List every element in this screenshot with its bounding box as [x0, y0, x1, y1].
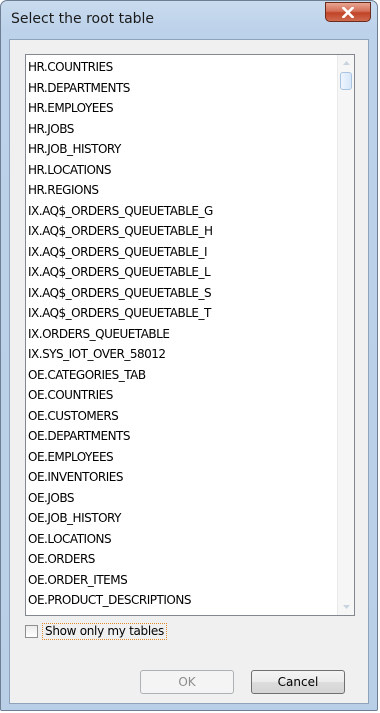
table-list-item[interactable]: OE.COUNTRIES: [26, 385, 337, 406]
table-list-item[interactable]: HR.COUNTRIES: [26, 57, 337, 78]
table-list-item[interactable]: OE.INVENTORIES: [26, 467, 337, 488]
table-list-item[interactable]: IX.AQ$_ORDERS_QUEUETABLE_I: [26, 242, 337, 263]
vertical-scrollbar[interactable]: [337, 55, 354, 615]
table-listbox[interactable]: HR.COUNTRIES HR.DEPARTMENTS HR.EMPLOYEES HR…: [25, 54, 355, 616]
close-button[interactable]: [325, 2, 371, 22]
table-list-item[interactable]: OE.EMPLOYEES: [26, 447, 337, 468]
table-list-item[interactable]: HR.REGIONS: [26, 180, 337, 201]
table-list: HR.COUNTRIES HR.DEPARTMENTS HR.EMPLOYEES HR…: [26, 55, 337, 615]
table-list-item[interactable]: IX.ORDERS_QUEUETABLE: [26, 324, 337, 345]
show-only-my-tables-checkbox[interactable]: [25, 624, 38, 638]
table-list-item[interactable]: OE.ORDERS: [26, 549, 337, 570]
dialog-title: Select the root table: [11, 11, 155, 27]
show-only-my-tables-option[interactable]: Show only my tables: [25, 622, 167, 640]
table-list-item[interactable]: HR.JOBS: [26, 119, 337, 140]
table-list-item[interactable]: OE.PRODUCT_INFORMATION: [26, 611, 337, 616]
table-list-item[interactable]: IX.AQ$_ORDERS_QUEUETABLE_G: [26, 201, 337, 222]
scroll-down-arrow-icon: [342, 605, 350, 609]
table-list-item[interactable]: OE.JOBS: [26, 488, 337, 509]
scroll-up-arrow-icon: [342, 61, 350, 65]
table-list-item[interactable]: IX.AQ$_ORDERS_QUEUETABLE_H: [26, 221, 337, 242]
cancel-button[interactable]: Cancel: [251, 670, 345, 694]
table-list-item[interactable]: OE.LOCATIONS: [26, 529, 337, 550]
table-list-item[interactable]: HR.EMPLOYEES: [26, 98, 337, 119]
close-x-icon: [342, 6, 354, 18]
scroll-up-button[interactable]: [338, 55, 354, 71]
ok-button[interactable]: OK: [140, 670, 234, 694]
table-list-item[interactable]: HR.JOB_HISTORY: [26, 139, 337, 160]
table-list-item[interactable]: IX.AQ$_ORDERS_QUEUETABLE_S: [26, 283, 337, 304]
dialog-body: HR.COUNTRIES HR.DEPARTMENTS HR.EMPLOYEES HR…: [9, 39, 369, 704]
show-only-my-tables-label[interactable]: Show only my tables: [42, 622, 167, 640]
table-list-item[interactable]: OE.CUSTOMERS: [26, 406, 337, 427]
table-list-item[interactable]: OE.PRODUCT_DESCRIPTIONS: [26, 590, 337, 611]
table-list-item[interactable]: IX.AQ$_ORDERS_QUEUETABLE_L: [26, 262, 337, 283]
table-list-item[interactable]: OE.CATEGORIES_TAB: [26, 365, 337, 386]
dialog-window: Select the root table HR.COUNTRIES HR.DEP…: [0, 0, 378, 711]
table-list-item[interactable]: IX.SYS_IOT_OVER_58012: [26, 344, 337, 365]
table-list-item[interactable]: OE.DEPARTMENTS: [26, 426, 337, 447]
scroll-thumb[interactable]: [340, 72, 352, 90]
title-bar[interactable]: Select the root table: [1, 1, 377, 39]
table-list-item[interactable]: HR.DEPARTMENTS: [26, 78, 337, 99]
table-list-item[interactable]: OE.JOB_HISTORY: [26, 508, 337, 529]
scroll-down-button[interactable]: [338, 599, 354, 615]
table-list-item[interactable]: HR.LOCATIONS: [26, 160, 337, 181]
table-list-item[interactable]: OE.ORDER_ITEMS: [26, 570, 337, 591]
table-list-item[interactable]: IX.AQ$_ORDERS_QUEUETABLE_T: [26, 303, 337, 324]
